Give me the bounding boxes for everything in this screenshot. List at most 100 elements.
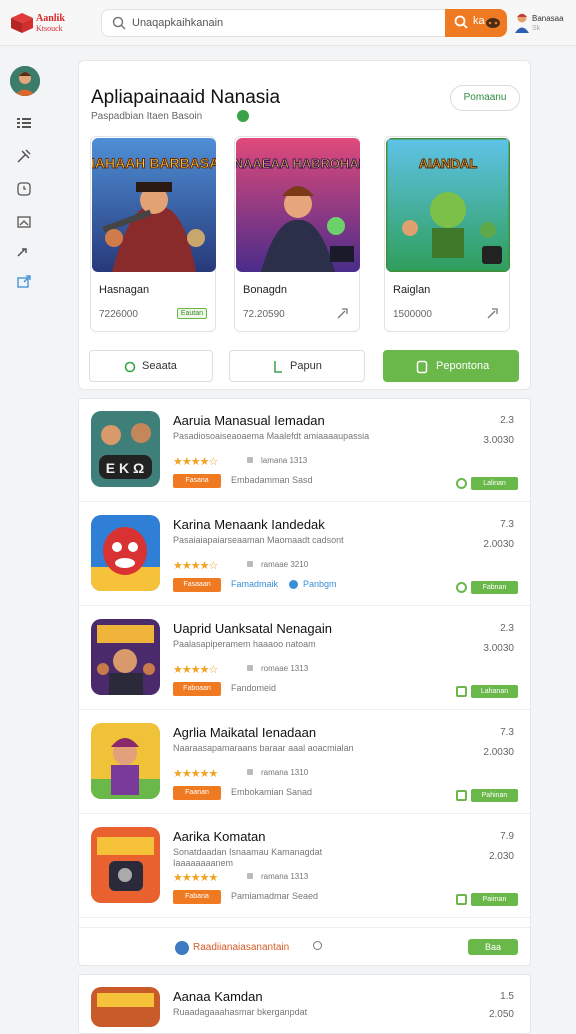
developer-name: Embadamman Sasd (231, 475, 313, 485)
search-button-label: ka (473, 15, 485, 27)
download-button[interactable]: Lalinan (471, 477, 518, 490)
category-tag[interactable]: Fabana (173, 890, 221, 904)
card-name: Hasnagan (99, 284, 150, 296)
app-version: 7.9 (500, 831, 514, 842)
download-button[interactable]: Lahanan (471, 685, 518, 698)
search-bar[interactable]: Unaqapkaihkanain ka (101, 9, 507, 37)
download-control[interactable]: Lalinan (456, 477, 518, 491)
export-icon[interactable] (16, 273, 32, 289)
grid-icon[interactable] (16, 115, 32, 131)
pagination-link[interactable]: Raadiianaiasanantain (193, 942, 289, 953)
list-item[interactable]: Aanaa Kamdan Ruaadagaaahasmar bkerganpda… (78, 974, 531, 1034)
image-icon[interactable] (16, 214, 32, 230)
download-control[interactable]: Lahanan (456, 685, 518, 699)
card-banner-text: NAAEAA HABROHAI (236, 156, 360, 171)
share-icon[interactable] (487, 307, 501, 319)
app-meta: ramaae 3210 (261, 560, 309, 569)
game-art-image: AIANDAL (386, 138, 510, 272)
card-count: 72.20590 (243, 309, 285, 320)
search-icon (454, 15, 468, 29)
card-tag: Eautan (176, 308, 207, 319)
download-control[interactable]: Pahinan (456, 789, 518, 803)
featured-card[interactable]: HAHAAH BARBASAI Hasnagan 7226000 Eautan (90, 136, 216, 332)
developer-name: Fandomeid (231, 683, 277, 693)
meta-icon (247, 873, 253, 879)
featured-card[interactable]: AIANDAL Raiglan 1500000 (384, 136, 510, 332)
avatar[interactable] (10, 66, 40, 96)
app-icon (91, 987, 160, 1027)
filter-label: Papun (290, 360, 322, 372)
category-tag[interactable]: Fasaaan (173, 578, 221, 592)
list-item[interactable]: E K Ω Aaruia Manasual Iemadan Pasadiosoa… (79, 399, 530, 502)
download-button[interactable]: Pahinan (471, 789, 518, 802)
app-title: Aaruia Manasual Iemadan (173, 413, 325, 428)
app-size: 2.050 (488, 1009, 514, 1020)
category-tag[interactable]: Faanan (173, 786, 221, 800)
logo[interactable]: Aanlik Ktsouck (10, 10, 80, 38)
status-icon (456, 790, 467, 801)
download-control[interactable]: Paiman (456, 893, 518, 907)
share-icon[interactable] (337, 307, 351, 319)
bookmark-icon (274, 361, 282, 373)
app-size: 2.030 (488, 851, 514, 862)
list-item[interactable]: Uaprid Uanksatal Nenagain Paalasapiperam… (79, 607, 530, 710)
developer-link[interactable]: Panbgm (303, 579, 337, 589)
meta-icon (247, 769, 253, 775)
list-item[interactable]: Agrlia Maikatal Ienadaan Naaraasapamaraa… (79, 711, 530, 814)
app-meta: romaae 1313 (261, 664, 309, 673)
search-icon (112, 16, 126, 30)
category-tag[interactable]: Fasana (173, 474, 221, 488)
pagination-button[interactable]: Baa (468, 939, 518, 955)
app-icon (91, 827, 160, 903)
search-button[interactable]: ka (445, 9, 507, 37)
filter-button-active[interactable]: Pepontona (383, 350, 519, 382)
app-list: E K Ω Aaruia Manasual Iemadan Pasadiosoa… (78, 398, 531, 966)
card-name: Raiglan (393, 284, 431, 296)
app-title: Karina Menaank Iandedak (173, 517, 325, 532)
featured-subtitle: Paspadbian Itaen Basoin (91, 111, 203, 122)
app-description: Ruaadagaaahasmar bkerganpdat (173, 1007, 308, 1017)
app-version: 2.3 (500, 415, 514, 426)
meta-icon (247, 561, 253, 567)
filter-label: Seaata (142, 360, 177, 372)
user-profile[interactable]: Banasaa Sk (514, 10, 574, 38)
download-control[interactable]: Fabnan (456, 581, 518, 595)
share-icon[interactable] (16, 244, 32, 260)
app-icon (91, 619, 160, 695)
app-description: Pasaiaiapaiarseaaman Maomaadt cadsont (173, 535, 344, 545)
filter-button[interactable]: Papun (229, 350, 365, 382)
featured-title: Apliapainaaid Nanasia (91, 87, 281, 108)
category-tag[interactable]: Faboaan (173, 682, 221, 696)
developer-name: Embokamian Sanad (231, 787, 313, 797)
game-art-image: HAHAAH BARBASAI (92, 138, 216, 272)
download-button[interactable]: Paiman (471, 893, 518, 906)
search-input[interactable]: Unaqapkaihkanain (132, 17, 223, 29)
featured-action-button[interactable]: Pomaanu (450, 85, 520, 111)
tools-icon[interactable] (16, 148, 32, 164)
download-button[interactable]: Fabnan (471, 581, 518, 594)
app-icon (91, 723, 160, 799)
status-icon (456, 582, 467, 593)
featured-card[interactable]: NAAEAA HABROHAI Bonagdn 72.20590 (234, 136, 360, 332)
gamepad-icon (486, 18, 500, 28)
list-item[interactable]: Aarika Komatan Sonatdaadan Isnaamau Kama… (79, 815, 530, 918)
featured-panel: Apliapainaaid Nanasia Paspadbian Itaen B… (78, 60, 531, 390)
list-item[interactable]: Karina Menaank Iandedak Pasaiaiapaiarsea… (79, 503, 530, 606)
app-size: 3.0030 (483, 643, 514, 654)
card-name: Bonagdn (243, 284, 288, 296)
clock-icon[interactable] (16, 181, 32, 197)
meta-icon (247, 665, 253, 671)
filter-button[interactable]: Seaata (89, 350, 213, 382)
app-description: Pasadiosoaiseaoaema Maalefdt amiaaaaupas… (173, 431, 370, 441)
app-title: Agrlia Maikatal Ienadaan (173, 725, 317, 740)
app-size: 3.0030 (483, 435, 514, 446)
rating-stars: ★★★★☆ (173, 456, 218, 468)
app-version: 2.3 (500, 623, 514, 634)
developer-name[interactable]: Famadmaik (231, 579, 278, 589)
app-meta: ramana 1310 (261, 768, 309, 777)
info-icon (175, 941, 189, 955)
user-name: Banasaa (532, 14, 564, 23)
sidebar (0, 46, 48, 1024)
top-bar: Aanlik Ktsouck Unaqapkaihkanain ka Banas… (0, 0, 576, 46)
loading-icon (313, 941, 322, 950)
